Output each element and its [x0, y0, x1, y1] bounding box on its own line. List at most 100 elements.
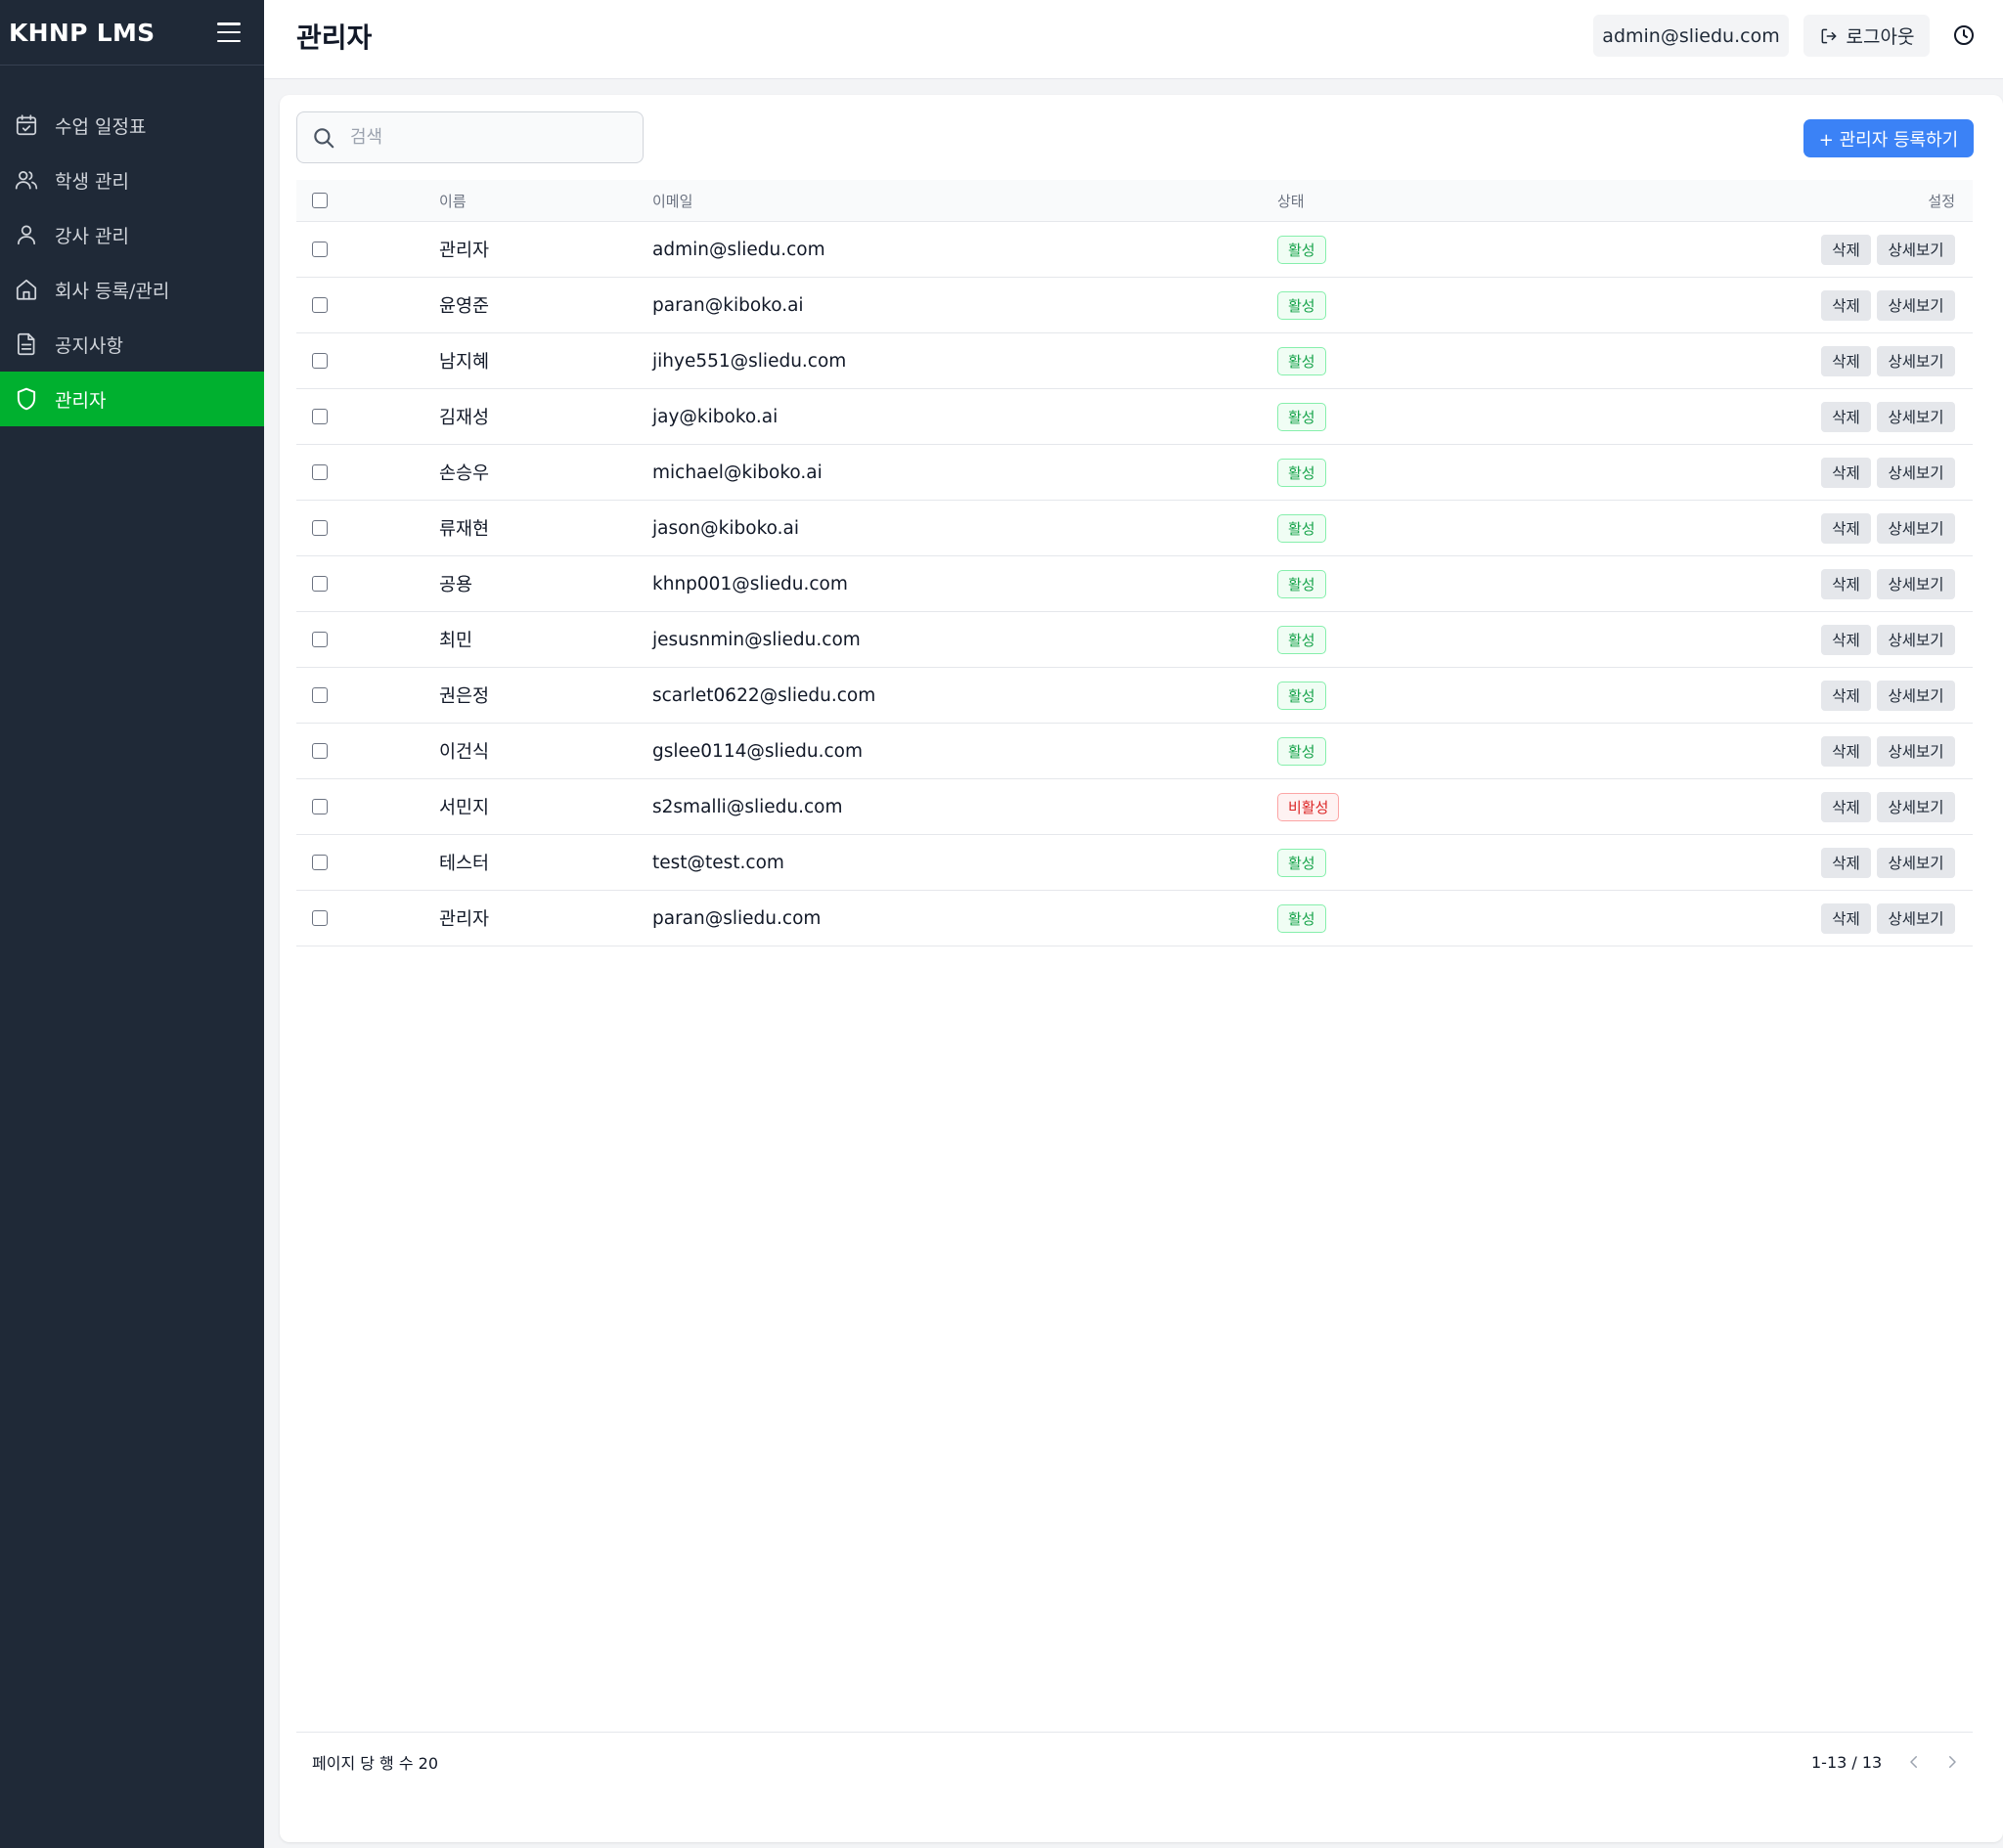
table-row: 최민 jesusnmin@sliedu.com 활성 삭제 상세보기 — [296, 612, 1973, 668]
chevron-right-icon[interactable] — [1943, 1753, 1961, 1771]
add-admin-button[interactable]: + 관리자 등록하기 — [1803, 119, 1974, 157]
detail-button[interactable]: 상세보기 — [1877, 680, 1955, 711]
sidebar-item-notices[interactable]: 공지사항 — [0, 317, 264, 372]
rows-per-page-label[interactable]: 페이지 당 행 수 20 — [312, 1733, 438, 1791]
sidebar-item-students[interactable]: 학생 관리 — [0, 153, 264, 207]
detail-button[interactable]: 상세보기 — [1877, 289, 1955, 321]
logout-button[interactable]: 로그아웃 — [1803, 15, 1930, 57]
detail-button[interactable]: 상세보기 — [1877, 457, 1955, 488]
status-badge: 활성 — [1277, 513, 1326, 543]
detail-button[interactable]: 상세보기 — [1877, 401, 1955, 432]
sidebar-item-admins[interactable]: 관리자 — [0, 372, 264, 426]
page-range-label: 1-13 / 13 — [1811, 1752, 1883, 1772]
delete-button[interactable]: 삭제 — [1821, 624, 1871, 655]
sidebar-item-instructors[interactable]: 강사 관리 — [0, 207, 264, 262]
admin-name: 관리자 — [439, 241, 490, 261]
row-checkbox[interactable] — [312, 353, 328, 369]
detail-button[interactable]: 상세보기 — [1877, 568, 1955, 599]
row-checkbox[interactable] — [312, 409, 328, 424]
detail-button[interactable]: 상세보기 — [1877, 735, 1955, 767]
delete-button[interactable]: 삭제 — [1821, 735, 1871, 767]
row-checkbox[interactable] — [312, 242, 328, 257]
admin-email: jesusnmin@sliedu.com — [652, 629, 861, 650]
admin-name: 최민 — [439, 631, 473, 651]
search-box[interactable] — [296, 111, 644, 163]
admin-name: 권은정 — [439, 686, 490, 707]
admin-email: jason@kiboko.ai — [652, 517, 799, 539]
chevron-left-icon[interactable] — [1905, 1753, 1923, 1771]
sidebar-item-label: 학생 관리 — [55, 170, 129, 193]
detail-button[interactable]: 상세보기 — [1877, 791, 1955, 822]
hamburger-icon[interactable] — [217, 22, 241, 42]
user-icon — [14, 222, 39, 247]
table-row: 남지혜 jihye551@sliedu.com 활성 삭제 상세보기 — [296, 333, 1973, 389]
delete-button[interactable]: 삭제 — [1821, 512, 1871, 544]
delete-button[interactable]: 삭제 — [1821, 902, 1871, 934]
admin-list-card: + 관리자 등록하기 이름 이메일 상태 설정 관리자 admin@sliedu.… — [280, 95, 2003, 1842]
status-badge: 활성 — [1277, 903, 1326, 933]
delete-button[interactable]: 삭제 — [1821, 847, 1871, 878]
delete-button[interactable]: 삭제 — [1821, 289, 1871, 321]
admin-email: scarlet0622@sliedu.com — [652, 684, 876, 706]
column-header-email: 이메일 — [652, 192, 693, 210]
users-icon — [14, 167, 39, 193]
select-all-checkbox[interactable] — [312, 193, 328, 208]
search-input[interactable] — [350, 127, 624, 148]
status-badge: 활성 — [1277, 235, 1326, 264]
detail-button[interactable]: 상세보기 — [1877, 512, 1955, 544]
table-row: 윤영준 paran@kiboko.ai 활성 삭제 상세보기 — [296, 278, 1973, 333]
row-checkbox[interactable] — [312, 520, 328, 536]
sidebar-item-label: 회사 등록/관리 — [55, 280, 170, 302]
status-badge: 활성 — [1277, 681, 1326, 710]
detail-button[interactable]: 상세보기 — [1877, 345, 1955, 376]
table-body: 관리자 admin@sliedu.com 활성 삭제 상세보기 윤영준 paran@kibo… — [296, 222, 1973, 946]
admin-email: test@test.com — [652, 852, 784, 873]
sidebar-item-label: 수업 일정표 — [55, 115, 147, 138]
admin-name: 테스터 — [439, 854, 490, 874]
sidebar-nav: 수업 일정표 학생 관리 강사 관리 회사 등록/관리 공지사항 관리자 — [0, 98, 264, 426]
admin-email: jay@kiboko.ai — [652, 406, 779, 427]
sidebar-item-schedule[interactable]: 수업 일정표 — [0, 98, 264, 153]
table-row: 손승우 michael@kiboko.ai 활성 삭제 상세보기 — [296, 445, 1973, 501]
delete-button[interactable]: 삭제 — [1821, 234, 1871, 265]
delete-button[interactable]: 삭제 — [1821, 791, 1871, 822]
table-row: 서민지 s2smalli@sliedu.com 비활성 삭제 상세보기 — [296, 779, 1973, 835]
admin-name: 남지혜 — [439, 352, 490, 373]
table-header: 이름 이메일 상태 설정 — [296, 180, 1973, 222]
brand-name: KHNP LMS — [9, 18, 156, 47]
admin-name: 이건식 — [439, 742, 490, 763]
logout-label: 로그아웃 — [1846, 26, 1915, 48]
delete-button[interactable]: 삭제 — [1821, 345, 1871, 376]
status-badge: 활성 — [1277, 402, 1326, 431]
detail-button[interactable]: 상세보기 — [1877, 902, 1955, 934]
delete-button[interactable]: 삭제 — [1821, 568, 1871, 599]
row-checkbox[interactable] — [312, 743, 328, 759]
detail-button[interactable]: 상세보기 — [1877, 624, 1955, 655]
admin-email: jihye551@sliedu.com — [652, 350, 847, 372]
row-checkbox[interactable] — [312, 687, 328, 703]
row-checkbox[interactable] — [312, 799, 328, 814]
row-checkbox[interactable] — [312, 855, 328, 870]
logout-icon — [1821, 28, 1836, 43]
row-checkbox[interactable] — [312, 297, 328, 313]
row-checkbox[interactable] — [312, 910, 328, 926]
table-row: 공용 khnp001@sliedu.com 활성 삭제 상세보기 — [296, 556, 1973, 612]
delete-button[interactable]: 삭제 — [1821, 457, 1871, 488]
detail-button[interactable]: 상세보기 — [1877, 847, 1955, 878]
status-badge: 활성 — [1277, 346, 1326, 375]
detail-button[interactable]: 상세보기 — [1877, 234, 1955, 265]
delete-button[interactable]: 삭제 — [1821, 680, 1871, 711]
table-row: 관리자 admin@sliedu.com 활성 삭제 상세보기 — [296, 222, 1973, 278]
status-badge: 활성 — [1277, 458, 1326, 487]
row-checkbox[interactable] — [312, 632, 328, 647]
page-title: 관리자 — [296, 22, 373, 54]
status-badge: 활성 — [1277, 736, 1326, 766]
user-email-chip[interactable]: admin@sliedu.com — [1593, 15, 1789, 57]
clock-icon[interactable] — [1952, 23, 1976, 47]
sidebar-item-label: 관리자 — [55, 389, 107, 412]
delete-button[interactable]: 삭제 — [1821, 401, 1871, 432]
table-row: 권은정 scarlet0622@sliedu.com 활성 삭제 상세보기 — [296, 668, 1973, 724]
row-checkbox[interactable] — [312, 576, 328, 592]
sidebar-item-companies[interactable]: 회사 등록/관리 — [0, 262, 264, 317]
row-checkbox[interactable] — [312, 464, 328, 480]
